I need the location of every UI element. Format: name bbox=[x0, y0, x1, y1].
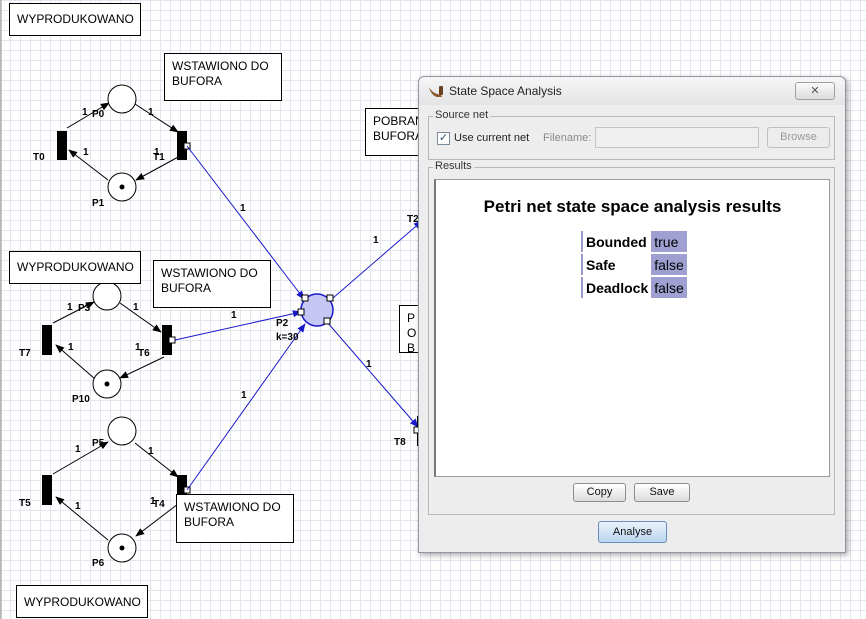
transition-T5[interactable] bbox=[42, 475, 52, 505]
arc-weight: 1 bbox=[231, 310, 237, 321]
label-P6: P6 bbox=[92, 558, 105, 569]
label-T7: T7 bbox=[19, 348, 31, 359]
pipe-icon bbox=[429, 86, 443, 97]
arc-weight: 1 bbox=[75, 444, 81, 455]
browse-button[interactable]: Browse bbox=[767, 127, 830, 148]
label-P2: P2 bbox=[276, 318, 289, 329]
arc-weight: 1 bbox=[154, 147, 160, 158]
token bbox=[104, 381, 110, 387]
use-current-net-checkbox[interactable]: ✓ bbox=[437, 132, 450, 145]
transition-T7[interactable] bbox=[42, 325, 52, 355]
arc-weight: 1 bbox=[150, 496, 156, 507]
result-value: false bbox=[651, 277, 687, 298]
arc-weight: 1 bbox=[241, 390, 247, 401]
source-net-group: Source net ✓ Use current net Filename: B… bbox=[428, 109, 835, 160]
close-button[interactable]: ✕ bbox=[795, 82, 835, 100]
arc-weight: 1 bbox=[67, 302, 73, 313]
note-wstawiono-mid[interactable]: WSTAWIONO DO BUFORA bbox=[153, 260, 271, 308]
note-wstawiono-bottom[interactable]: WSTAWIONO DO BUFORA bbox=[176, 494, 294, 543]
token bbox=[119, 184, 125, 190]
result-row: Bounded true bbox=[581, 231, 687, 252]
label-P0: P0 bbox=[92, 109, 105, 120]
note-pobrano[interactable]: POBRANO DO BUFORA bbox=[365, 108, 425, 156]
state-space-analysis-dialog: State Space Analysis ✕ Source net ✓ Use … bbox=[418, 76, 846, 553]
label-P3: P3 bbox=[78, 303, 91, 314]
label-P5: P5 bbox=[92, 438, 105, 449]
arc-weight: 1 bbox=[82, 107, 88, 118]
arc-weight: 1 bbox=[83, 147, 89, 158]
result-value: true bbox=[651, 231, 687, 252]
filename-label: Filename: bbox=[543, 132, 592, 144]
note-wstawiono-top[interactable]: WSTAWIONO DO BUFORA bbox=[164, 53, 282, 101]
subnet-1: P0 P1 T0 T1 1 1 1 1 bbox=[33, 84, 191, 209]
result-name: Deadlock bbox=[581, 277, 651, 298]
transition-T0[interactable] bbox=[57, 131, 67, 160]
label-T8: T8 bbox=[394, 437, 406, 448]
use-current-net-label[interactable]: Use current net bbox=[454, 132, 529, 144]
arc-weight: 1 bbox=[135, 342, 141, 353]
dialog-title: State Space Analysis bbox=[449, 84, 562, 98]
note-wyprodukowano-top[interactable]: WYPRODUKOWANO bbox=[9, 3, 141, 36]
token bbox=[119, 545, 125, 551]
dialog-titlebar[interactable]: State Space Analysis ✕ bbox=[419, 77, 845, 105]
label-P10: P10 bbox=[72, 394, 90, 405]
label-T5: T5 bbox=[19, 498, 31, 509]
result-name: Bounded bbox=[581, 231, 651, 252]
buffer-arcs: 1 1 1 1 1 bbox=[174, 145, 423, 491]
place-P0[interactable] bbox=[107, 84, 137, 114]
arc-weight: 1 bbox=[133, 302, 139, 313]
subnet-3: P5 P6 T5 T4 1 1 1 1 bbox=[19, 416, 191, 569]
result-row: Safe false bbox=[581, 254, 687, 275]
result-name: Safe bbox=[581, 254, 651, 275]
arc-weight: 1 bbox=[240, 203, 246, 214]
filename-input[interactable] bbox=[595, 127, 759, 148]
buffer-place-P2[interactable]: P2 k=30 bbox=[276, 293, 334, 343]
arc-weight: 1 bbox=[148, 107, 154, 118]
results-heading: Petri net state space analysis results bbox=[483, 197, 782, 216]
copy-button[interactable]: Copy bbox=[573, 483, 626, 502]
results-title: Results bbox=[433, 160, 474, 172]
results-group: Results Petri net state space analysis r… bbox=[428, 160, 835, 515]
label-T0: T0 bbox=[33, 152, 45, 163]
place-P5[interactable] bbox=[107, 416, 137, 446]
save-button[interactable]: Save bbox=[634, 483, 690, 502]
arc-weight: 1 bbox=[373, 235, 379, 246]
arc-weight: 1 bbox=[75, 501, 81, 512]
arc-weight: 1 bbox=[148, 446, 154, 457]
subnet-2: P3 P10 T7 T6 1 1 1 1 bbox=[19, 281, 176, 405]
results-pane[interactable]: Petri net state space analysis results B… bbox=[434, 179, 830, 477]
result-value: false bbox=[651, 254, 687, 275]
place-P3[interactable] bbox=[92, 281, 122, 311]
arc-handle[interactable] bbox=[168, 336, 176, 344]
analyse-button[interactable]: Analyse bbox=[598, 521, 667, 543]
note-wyprodukowano-bottom[interactable]: WYPRODUKOWANO bbox=[16, 585, 148, 618]
note-wyprodukowano-mid[interactable]: WYPRODUKOWANO bbox=[9, 251, 141, 284]
label-P1: P1 bbox=[92, 198, 105, 209]
source-net-title: Source net bbox=[433, 109, 491, 121]
label-P2-capacity: k=30 bbox=[276, 332, 299, 343]
arc-weight: 1 bbox=[68, 342, 74, 353]
results-table: Bounded true Safe false Deadlock false bbox=[581, 229, 687, 300]
arc-weight: 1 bbox=[366, 359, 372, 370]
result-row: Deadlock false bbox=[581, 277, 687, 298]
